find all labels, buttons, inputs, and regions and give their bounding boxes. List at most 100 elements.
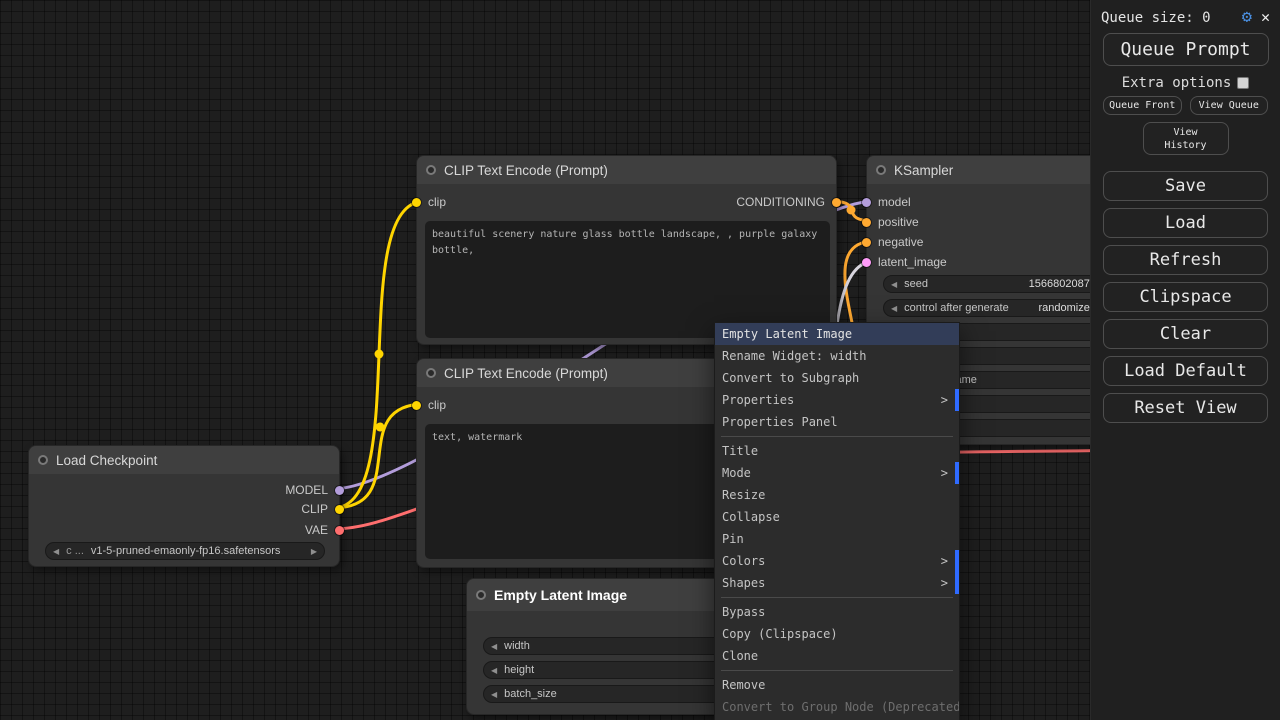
- view-queue-button[interactable]: View Queue: [1190, 96, 1269, 115]
- clip-input-dot[interactable]: [412, 401, 421, 410]
- model-output-dot[interactable]: [335, 486, 344, 495]
- widget-value: v1-5-pruned-emaonly-fp16.safetensors: [91, 545, 281, 557]
- queue-prompt-button[interactable]: Queue Prompt: [1103, 33, 1269, 66]
- settings-gear-icon[interactable]: ⚙: [1242, 9, 1252, 26]
- slot-label: CONDITIONING: [736, 195, 825, 209]
- menu-item-properties-panel[interactable]: Properties Panel: [715, 411, 959, 433]
- load-default-button[interactable]: Load Default: [1103, 356, 1268, 386]
- menu-item-convert-to-group-node: Convert to Group Node (Deprecated): [715, 696, 959, 718]
- queue-front-button[interactable]: Queue Front: [1103, 96, 1182, 115]
- menu-item-label: Properties: [722, 393, 794, 407]
- link-midpoint-dot: [376, 423, 385, 432]
- submenu-arrow-icon: >: [941, 576, 952, 590]
- menu-item-label: Colors: [722, 554, 765, 568]
- menu-item-resize[interactable]: Resize: [715, 484, 959, 506]
- menu-item-copy-clipspace[interactable]: Copy (Clipspace): [715, 623, 959, 645]
- menu-item-rename-widget-width[interactable]: Rename Widget: width: [715, 345, 959, 367]
- widget-label: control after generate: [904, 302, 1009, 314]
- menu-button-stack: Save Load Refresh Clipspace Clear Load D…: [1103, 171, 1268, 423]
- prev-arrow-icon[interactable]: ◀: [491, 642, 497, 651]
- submenu-arrow-icon: >: [941, 466, 952, 480]
- node-header[interactable]: CLIP Text Encode (Prompt): [417, 156, 836, 184]
- menu-item-convert-to-subgraph[interactable]: Convert to Subgraph: [715, 367, 959, 389]
- collapse-dot[interactable]: [426, 368, 436, 378]
- prev-arrow-icon[interactable]: ◀: [891, 280, 897, 289]
- menu-item-colors[interactable]: Colors >: [715, 550, 959, 572]
- collapse-dot[interactable]: [476, 590, 486, 600]
- menu-item-bypass[interactable]: Bypass: [715, 601, 959, 623]
- menu-item-mode[interactable]: Mode >: [715, 462, 959, 484]
- extra-options-checkbox[interactable]: [1237, 77, 1249, 89]
- widget-ckpt-name[interactable]: ◀ c ... v1-5-pruned-emaonly-fp16.safeten…: [45, 542, 325, 560]
- menu-item-collapse[interactable]: Collapse: [715, 506, 959, 528]
- input-slot-positive: positive: [875, 213, 919, 231]
- comfy-menu-panel: Queue size: 0 ⚙ ✕ Queue Prompt Extra opt…: [1090, 0, 1280, 720]
- view-history-button[interactable]: View History: [1143, 122, 1229, 155]
- positive-input-dot[interactable]: [862, 218, 871, 227]
- output-slot-clip: CLIP: [301, 500, 331, 518]
- clear-button[interactable]: Clear: [1103, 319, 1268, 349]
- output-slot-vae: VAE: [305, 521, 331, 539]
- menu-item-properties[interactable]: Properties >: [715, 389, 959, 411]
- prev-arrow-icon[interactable]: ◀: [891, 304, 897, 313]
- clip-output-dot[interactable]: [335, 505, 344, 514]
- collapse-dot[interactable]: [38, 455, 48, 465]
- widget-label: width: [504, 640, 530, 652]
- negative-input-dot[interactable]: [862, 238, 871, 247]
- slot-label: CLIP: [301, 502, 328, 516]
- node-clip-text-encode-positive[interactable]: CLIP Text Encode (Prompt) clip CONDITION…: [416, 155, 837, 345]
- link-midpoint-dot: [847, 206, 856, 215]
- queue-header: Queue size: 0 ⚙ ✕: [1091, 0, 1280, 26]
- reset-view-button[interactable]: Reset View: [1103, 393, 1268, 423]
- widget-seed[interactable]: ◀ seed 1566802087 ▶: [883, 275, 1111, 293]
- save-button[interactable]: Save: [1103, 171, 1268, 201]
- slot-label: positive: [878, 215, 919, 229]
- slot-label: model: [878, 195, 911, 209]
- load-button[interactable]: Load: [1103, 208, 1268, 238]
- node-load-checkpoint[interactable]: Load Checkpoint MODEL CLIP VAE ◀ c ... v…: [28, 445, 340, 567]
- menu-separator: [721, 597, 953, 598]
- latent-input-dot[interactable]: [862, 258, 871, 267]
- graph-canvas[interactable]: Load Checkpoint MODEL CLIP VAE ◀ c ... v…: [0, 0, 1280, 720]
- prev-arrow-icon[interactable]: ◀: [53, 547, 59, 556]
- node-header[interactable]: KSampler: [867, 156, 1125, 184]
- node-title: Load Checkpoint: [56, 453, 157, 468]
- widget-control-after-generate[interactable]: ◀ control after generate randomize ▶: [883, 299, 1111, 317]
- menu-item-remove[interactable]: Remove: [715, 674, 959, 696]
- node-header[interactable]: Load Checkpoint: [29, 446, 339, 474]
- input-slot-clip: clip: [425, 396, 446, 414]
- input-slot-clip: clip: [425, 193, 446, 211]
- node-title: Empty Latent Image: [494, 587, 627, 603]
- input-slot-latent-image: latent_image: [875, 253, 947, 271]
- model-input-dot[interactable]: [862, 198, 871, 207]
- prev-arrow-icon[interactable]: ◀: [491, 690, 497, 699]
- extra-options-label: Extra options: [1122, 75, 1232, 91]
- clip-input-dot[interactable]: [412, 198, 421, 207]
- positive-prompt-textarea[interactable]: beautiful scenery nature glass bottle la…: [425, 221, 830, 338]
- menu-item-label: Shapes: [722, 576, 765, 590]
- wire-clip-negative: [333, 404, 425, 508]
- close-menu-icon[interactable]: ✕: [1261, 10, 1270, 25]
- clipspace-button[interactable]: Clipspace: [1103, 282, 1268, 312]
- context-menu: Empty Latent Image Rename Widget: width …: [714, 322, 960, 720]
- menu-item-pin[interactable]: Pin: [715, 528, 959, 550]
- menu-separator: [721, 436, 953, 437]
- input-slot-model: model: [875, 193, 911, 211]
- collapse-dot[interactable]: [876, 165, 886, 175]
- refresh-button[interactable]: Refresh: [1103, 245, 1268, 275]
- menu-item-title[interactable]: Title: [715, 440, 959, 462]
- menu-item-clone[interactable]: Clone: [715, 645, 959, 667]
- submenu-arrow-icon: >: [941, 393, 952, 407]
- conditioning-output-dot[interactable]: [832, 198, 841, 207]
- prev-arrow-icon[interactable]: ◀: [491, 666, 497, 675]
- menu-item-shapes[interactable]: Shapes >: [715, 572, 959, 594]
- vae-output-dot[interactable]: [335, 526, 344, 535]
- widget-label: batch_size: [504, 688, 557, 700]
- next-arrow-icon[interactable]: ▶: [311, 547, 317, 556]
- slot-label: negative: [878, 235, 923, 249]
- widget-value: randomize: [1038, 302, 1089, 314]
- collapse-dot[interactable]: [426, 165, 436, 175]
- widget-label: height: [504, 664, 534, 676]
- node-title: CLIP Text Encode (Prompt): [444, 163, 608, 178]
- node-title: CLIP Text Encode (Prompt): [444, 366, 608, 381]
